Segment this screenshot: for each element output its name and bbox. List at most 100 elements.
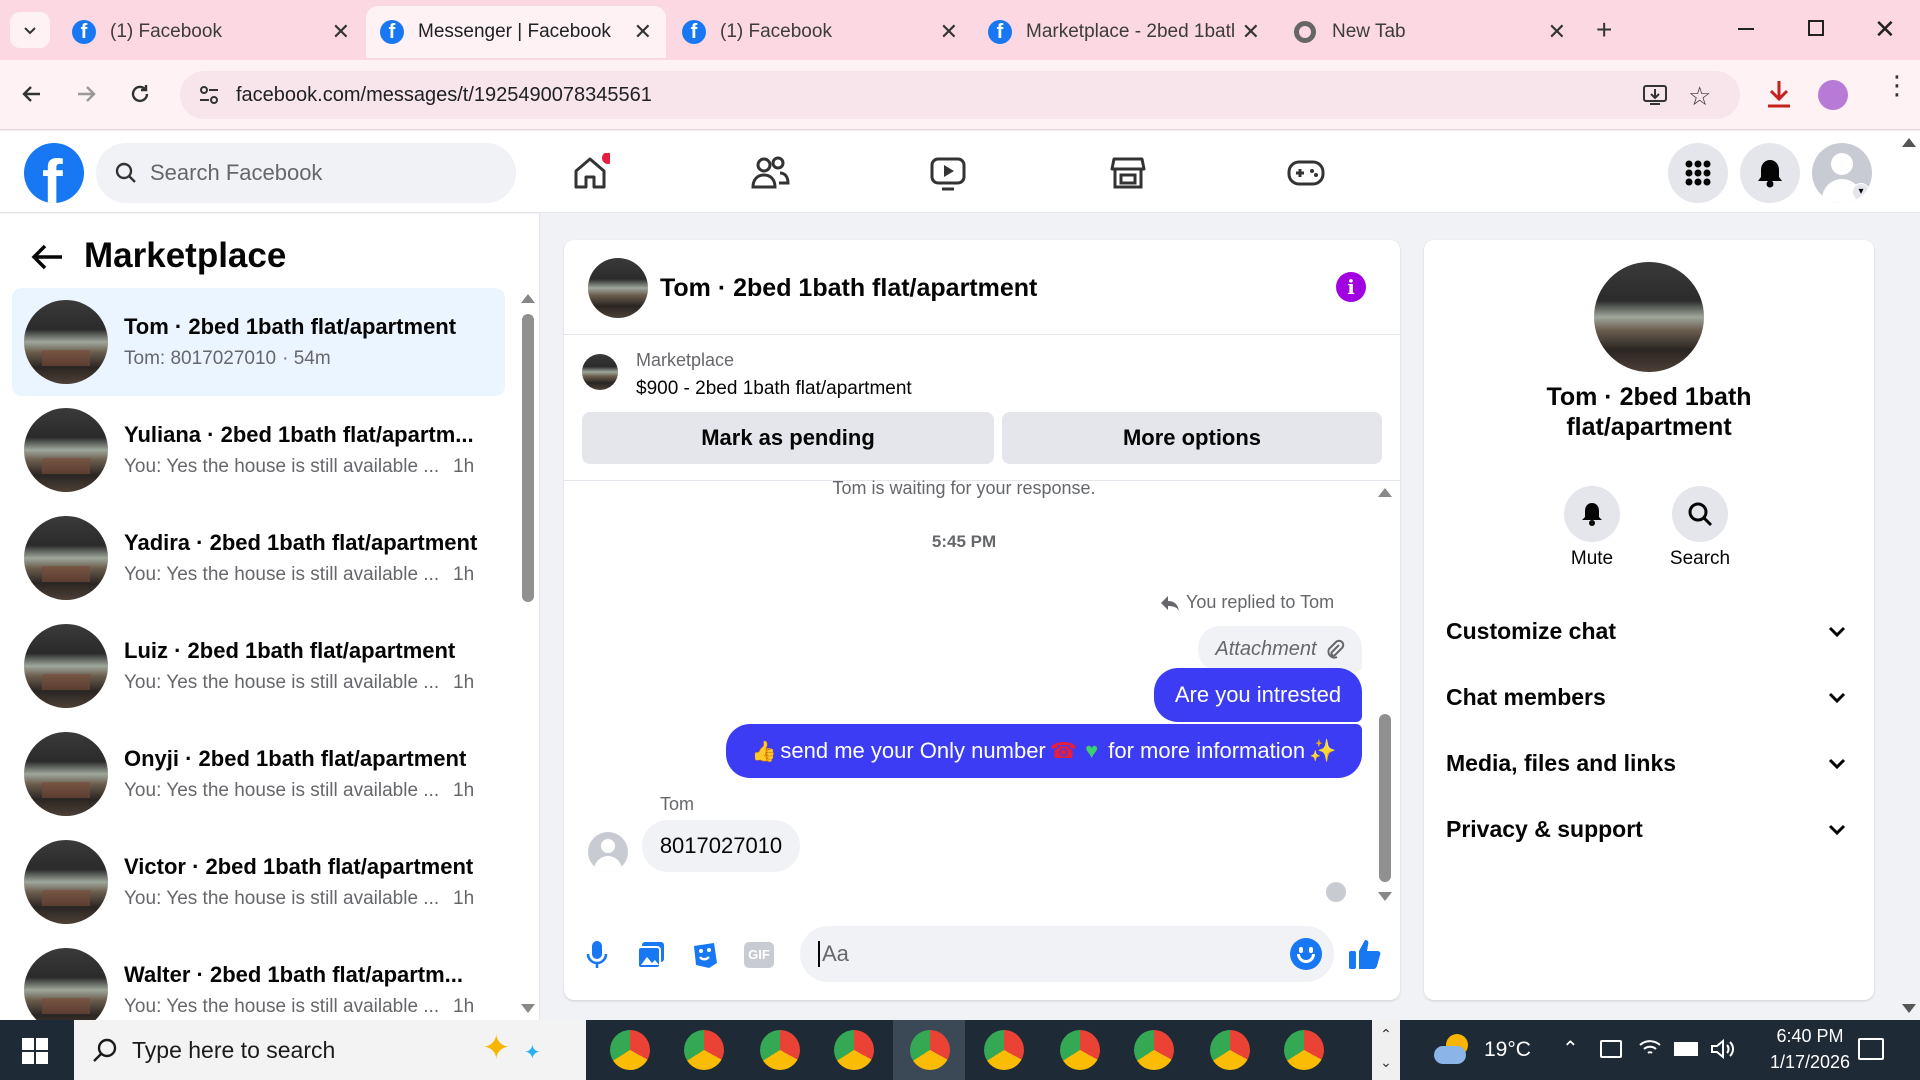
friends-icon[interactable]: [750, 153, 790, 193]
account-avatar[interactable]: ▾: [1812, 143, 1872, 203]
info-icon[interactable]: i: [1336, 272, 1366, 302]
chrome-profile-icon[interactable]: [1210, 1030, 1250, 1070]
conversation-item[interactable]: Luiz · 2bed 1bath flat/apartment You: Ye…: [12, 612, 505, 720]
gif-icon[interactable]: GIF: [744, 942, 774, 968]
taskbar-search-input[interactable]: Type here to search ✦ ✦: [74, 1020, 586, 1080]
clock-date[interactable]: 1/17/2026: [1750, 1052, 1870, 1073]
facebook-search-input[interactable]: Search Facebook: [96, 143, 516, 203]
video-icon[interactable]: [928, 153, 968, 193]
close-window-button[interactable]: ✕: [1874, 14, 1896, 45]
chrome-profile-icon[interactable]: [1134, 1030, 1174, 1070]
conversation-item[interactable]: Yuliana · 2bed 1bath flat/apartm... You:…: [12, 396, 505, 504]
chrome-profile-icon[interactable]: [1284, 1030, 1324, 1070]
thumbs-up-send-icon[interactable]: [1348, 938, 1382, 970]
weather-icon[interactable]: [1434, 1032, 1470, 1068]
close-icon[interactable]: ✕: [332, 19, 350, 45]
chat-header-title[interactable]: Tom · 2bed 1bath flat/apartment: [660, 274, 1037, 303]
conversation-list-scrollbar[interactable]: [522, 314, 534, 602]
close-icon[interactable]: ✕: [940, 19, 958, 45]
mark-as-pending-button[interactable]: Mark as pending: [582, 412, 994, 464]
emoji-icon[interactable]: [1290, 938, 1322, 970]
marketplace-icon[interactable]: [1108, 153, 1148, 193]
clock-time[interactable]: 6:40 PM: [1750, 1026, 1870, 1047]
bookmark-star-icon[interactable]: ☆: [1688, 81, 1711, 112]
outgoing-message[interactable]: Are you intrested: [1154, 668, 1362, 722]
chrome-profile-icon[interactable]: [610, 1030, 650, 1070]
wifi-icon[interactable]: [1638, 1038, 1662, 1058]
media-files-links-section[interactable]: Media, files and links: [1446, 750, 1846, 777]
back-arrow-icon[interactable]: [30, 242, 64, 272]
browser-tab[interactable]: New Tab ✕: [1280, 6, 1580, 58]
gaming-icon[interactable]: [1286, 153, 1326, 193]
conversation-item[interactable]: Onyji · 2bed 1bath flat/apartment You: Y…: [12, 720, 505, 828]
new-tab-button[interactable]: +: [1596, 14, 1612, 46]
photo-icon[interactable]: [636, 940, 666, 970]
browser-tab-active[interactable]: f Messenger | Facebook ✕: [366, 6, 666, 58]
install-app-icon[interactable]: [1642, 83, 1668, 107]
microphone-icon[interactable]: [586, 940, 608, 970]
sender-avatar[interactable]: [588, 832, 628, 872]
more-options-button[interactable]: More options: [1002, 412, 1382, 464]
chrome-menu-icon[interactable]: ⋮: [1884, 72, 1910, 98]
conversation-item[interactable]: Tom · 2bed 1bath flat/apartment Tom: 801…: [12, 288, 505, 396]
page-scroll-down-arrow[interactable]: [1902, 1004, 1916, 1013]
forward-arrow-icon[interactable]: [74, 82, 98, 106]
attachment-bubble[interactable]: Attachment: [1198, 626, 1362, 672]
chrome-profile-icon[interactable]: [984, 1030, 1024, 1070]
volume-icon[interactable]: [1710, 1038, 1734, 1060]
scroll-down-arrow[interactable]: [521, 1004, 535, 1013]
page-scroll-up-arrow[interactable]: [1902, 138, 1916, 147]
chrome-profile-icon[interactable]: [910, 1030, 950, 1070]
reload-icon[interactable]: [128, 82, 152, 106]
tray-chevron-up-icon[interactable]: ⌃: [1562, 1036, 1579, 1061]
close-icon[interactable]: ✕: [1242, 19, 1260, 45]
security-icon[interactable]: [1600, 1040, 1622, 1058]
close-icon[interactable]: ✕: [1548, 19, 1566, 45]
battery-icon[interactable]: [1674, 1042, 1698, 1056]
chrome-profile-icon[interactable]: [760, 1030, 800, 1070]
conversation-item[interactable]: Walter · 2bed 1bath flat/apartm... You: …: [12, 936, 505, 1020]
contact-avatar[interactable]: [1594, 262, 1704, 372]
outgoing-message[interactable]: 👍 send me your Only number ☎ ♥ for more …: [726, 724, 1362, 778]
browser-tab[interactable]: f (1) Facebook ✕: [58, 6, 364, 58]
scroll-down-arrow[interactable]: [1378, 892, 1392, 901]
browser-tab[interactable]: f Marketplace - 2bed 1bath ✕: [974, 6, 1274, 58]
menu-grid-button[interactable]: [1668, 143, 1728, 203]
minimize-button[interactable]: [1738, 28, 1754, 30]
profile-avatar[interactable]: [1818, 80, 1848, 110]
notification-center-icon[interactable]: [1858, 1038, 1884, 1060]
scroll-up-arrow[interactable]: [1378, 488, 1392, 497]
chrome-profile-icon[interactable]: [834, 1030, 874, 1070]
facebook-logo[interactable]: f: [24, 143, 84, 203]
back-arrow-icon[interactable]: [20, 82, 44, 106]
notifications-button[interactable]: [1740, 143, 1800, 203]
listing-title[interactable]: $900 - 2bed 1bath flat/apartment: [636, 378, 912, 400]
conversation-item[interactable]: Victor · 2bed 1bath flat/apartment You: …: [12, 828, 505, 936]
sticker-icon[interactable]: [690, 940, 720, 970]
scroll-up-arrow[interactable]: [521, 294, 535, 303]
privacy-support-section[interactable]: Privacy & support: [1446, 816, 1846, 843]
chat-members-section[interactable]: Chat members: [1446, 684, 1846, 711]
chrome-profile-icon[interactable]: [1060, 1030, 1100, 1070]
customize-chat-section[interactable]: Customize chat: [1446, 618, 1846, 645]
download-icon[interactable]: [1764, 78, 1794, 110]
close-icon[interactable]: ✕: [634, 19, 652, 45]
listing-thumbnail[interactable]: [582, 354, 618, 390]
conversation-item[interactable]: Yadira · 2bed 1bath flat/apartment You: …: [12, 504, 505, 612]
browser-tab[interactable]: f (1) Facebook ✕: [668, 6, 972, 58]
tab-search-button[interactable]: [10, 12, 50, 48]
chrome-profile-icon[interactable]: [684, 1030, 724, 1070]
windows-start-icon[interactable]: [22, 1038, 48, 1064]
home-icon[interactable]: [570, 153, 610, 193]
incoming-message[interactable]: 8017027010: [642, 820, 800, 872]
message-input[interactable]: Aa: [800, 926, 1334, 982]
site-info-icon[interactable]: [198, 84, 220, 106]
mute-button[interactable]: [1564, 486, 1620, 542]
address-bar[interactable]: facebook.com/messages/t/1925490078345561…: [180, 71, 1740, 119]
taskbar-overflow[interactable]: ⌃ ⌄: [1372, 1020, 1400, 1080]
chat-scrollbar[interactable]: [1379, 714, 1391, 882]
temperature[interactable]: 19°C: [1484, 1038, 1531, 1062]
search-button[interactable]: [1672, 486, 1728, 542]
restore-button[interactable]: [1808, 20, 1824, 36]
chat-header-avatar[interactable]: [588, 258, 648, 318]
